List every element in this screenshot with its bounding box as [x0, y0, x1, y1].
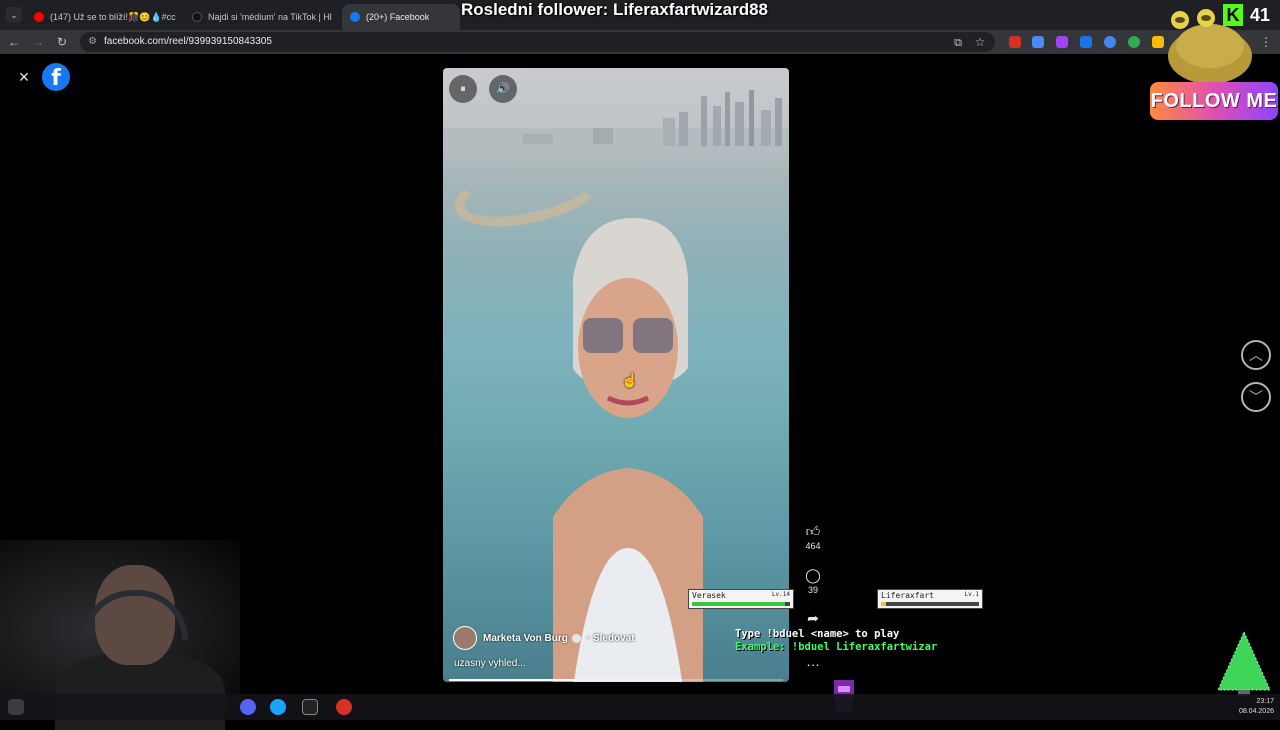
more-dots-icon: … — [806, 653, 820, 669]
extension-icon[interactable] — [1056, 36, 1068, 48]
reel-author-row: Marketa Von Burg · Sledovat — [453, 626, 635, 650]
video-progress-bar[interactable] — [449, 679, 783, 681]
duel-example: Example: !bduel Liferaxfartwizar — [735, 641, 938, 653]
pause-button[interactable]: ⏸ — [449, 75, 477, 103]
tab-search-button[interactable]: ⌄ — [6, 7, 22, 23]
facebook-favicon-icon — [350, 12, 360, 22]
tab-close-icon[interactable]: ✕ — [332, 12, 339, 23]
tab-close-icon[interactable]: ✕ — [176, 12, 183, 23]
duel-player-card: Liferaxfart Lv.1 — [877, 589, 983, 609]
tiktok-favicon-icon — [192, 12, 202, 22]
verified-badge-icon — [571, 633, 581, 643]
kick-logo-icon: K — [1223, 4, 1243, 26]
url-text: facebook.com/reel/939939150843305 — [104, 36, 272, 47]
reload-icon[interactable]: ↻ — [54, 34, 70, 50]
capcut-icon[interactable] — [302, 699, 318, 715]
extension-icon[interactable] — [1032, 36, 1044, 48]
player-hp-fill — [692, 602, 786, 606]
mouse-cursor-icon: ☝ — [621, 372, 639, 388]
clock-time: 23:17 — [1256, 698, 1274, 705]
like-button[interactable]: 👍︎ 464 — [800, 522, 826, 552]
player-name: Liferaxfart — [881, 591, 934, 600]
comment-count: 39 — [807, 585, 818, 595]
player-hp-bar — [881, 602, 979, 606]
tab-tiktok[interactable]: Najdi si 'médium' na TikTok | Hl ✕ — [184, 4, 338, 30]
install-app-icon[interactable]: ⧉ — [950, 35, 966, 51]
extension-icon[interactable] — [1128, 36, 1140, 48]
site-info-icon[interactable]: ⚙ — [88, 32, 97, 52]
follow-me-badge: FOLLOW ME — [1150, 82, 1278, 120]
duel-player-card: Verasek Lv.14 — [688, 589, 794, 609]
close-icon[interactable]: × — [13, 66, 35, 88]
start-menu-icon[interactable] — [8, 699, 24, 715]
tab-facebook[interactable]: (20+) Facebook — [342, 4, 460, 30]
windows-taskbar: 23:17 08.04.2026 — [0, 694, 1280, 720]
streamer-webcam — [0, 540, 240, 730]
duel-instructions: Type !bduel <name> to play — [735, 628, 900, 640]
player-hp-bar — [692, 602, 790, 606]
previous-reel-chevron-up-icon[interactable]: ︿ — [1241, 340, 1271, 370]
hypnotoad-mascot-image — [1168, 9, 1252, 84]
green-tree-widget-image — [1217, 630, 1271, 696]
tab-title: (147) Už se to blíží!🎊😊💧#cc — [50, 11, 176, 22]
obs-recording-icon[interactable] — [336, 699, 352, 715]
last-follower-banner: Rosledni follower: Liferaxfartwizard88 — [461, 0, 769, 19]
player-level: Lv.1 — [964, 591, 979, 598]
thumbs-up-icon: 👍︎ — [805, 523, 821, 539]
player-hp-fill — [881, 602, 886, 606]
share-button[interactable]: ➦ — [800, 609, 826, 627]
extension-icon[interactable] — [1080, 36, 1092, 48]
comment-bubble-icon: ◯ — [805, 567, 821, 583]
viewer-count: 41 — [1250, 5, 1271, 25]
more-options-button[interactable]: … — [800, 652, 826, 670]
clock-date: 08.04.2026 — [1238, 708, 1274, 715]
browser-app-icon[interactable] — [270, 699, 286, 715]
address-bar-row: ← → ↻ ⚙ facebook.com/reel/93993915084330… — [0, 30, 1280, 54]
discord-icon[interactable] — [240, 699, 256, 715]
tab-title: Najdi si 'médium' na TikTok | Hl — [208, 12, 332, 22]
browser-menu-icon[interactable]: ⋮ — [1258, 34, 1274, 50]
next-reel-chevron-down-icon[interactable]: ﹀ — [1241, 382, 1271, 412]
tab-youtube[interactable]: (147) Už se to blíží!🎊😊💧#cc ✕ — [26, 4, 182, 30]
bookmark-star-icon[interactable]: ☆ — [972, 34, 988, 50]
player-level: Lv.14 — [771, 591, 790, 598]
tab-title: (20+) Facebook — [366, 12, 430, 22]
extension-icon[interactable] — [1009, 36, 1021, 48]
share-arrow-icon: ➦ — [807, 610, 819, 626]
extension-icon[interactable] — [1104, 36, 1116, 48]
back-arrow-icon[interactable]: ← — [6, 34, 22, 50]
avatar[interactable] — [453, 626, 477, 650]
video-progress-fill — [449, 679, 576, 681]
comment-button[interactable]: ◯ 39 — [800, 566, 826, 596]
forward-arrow-icon[interactable]: → — [30, 34, 46, 50]
url-field[interactable]: ⚙ facebook.com/reel/939939150843305 — [80, 32, 995, 52]
player-name: Verasek — [692, 591, 726, 600]
system-clock[interactable]: 23:17 08.04.2026 — [1239, 697, 1274, 717]
like-count: 464 — [805, 541, 821, 551]
facebook-logo-icon[interactable]: f — [42, 63, 70, 91]
author-name[interactable]: Marketa Von Burg — [483, 633, 568, 644]
follow-button[interactable]: · Sledovat — [587, 633, 635, 644]
volume-button[interactable]: 🔊 — [489, 75, 517, 103]
youtube-favicon-icon — [34, 12, 44, 22]
reel-caption[interactable]: uzasny vyhled... — [454, 658, 526, 669]
woman-selfie-image — [553, 218, 703, 682]
